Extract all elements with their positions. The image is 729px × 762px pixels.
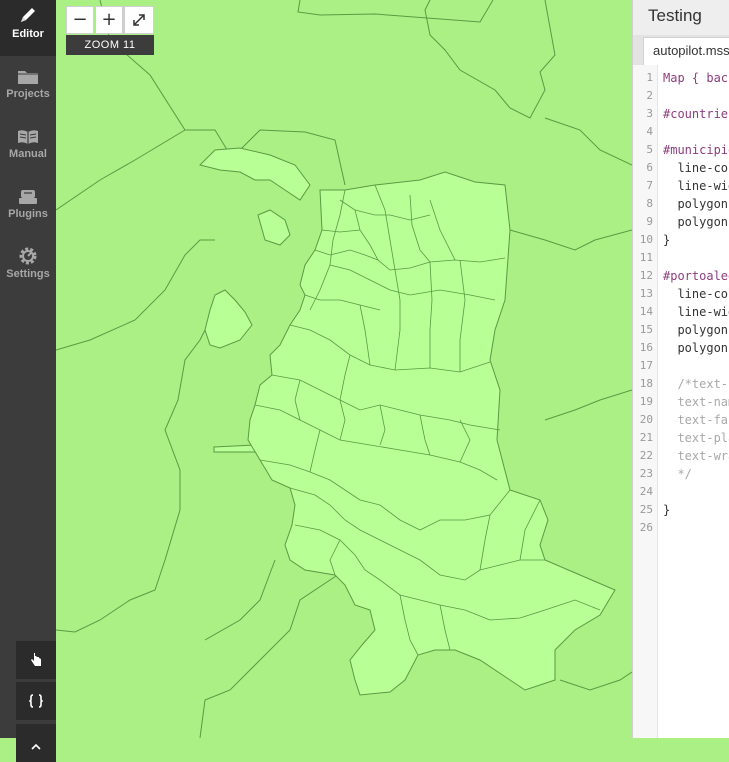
line-number: 26 <box>639 521 653 534</box>
code-line: } <box>663 503 671 517</box>
line-number: 15 <box>639 323 653 336</box>
code-line: text-pla <box>663 431 729 445</box>
sidebar-item-label: Projects <box>6 88 50 100</box>
line-number: 19 <box>639 395 653 408</box>
map-geometry <box>56 0 632 738</box>
gear-icon <box>16 245 40 267</box>
line-number: 6 <box>646 161 653 174</box>
line-number: 2 <box>646 89 653 102</box>
line-number: 20 <box>639 413 653 426</box>
zoom-out-button[interactable]: − <box>66 6 94 34</box>
expand-icon <box>133 14 145 26</box>
line-number: 18 <box>639 377 653 390</box>
municipal-border <box>199 569 346 738</box>
island <box>257 209 291 246</box>
sidebar-item-label: Settings <box>6 268 50 280</box>
extra-tool-button[interactable] <box>16 724 56 762</box>
sidebar-item-plugins[interactable]: Plugins <box>0 180 56 236</box>
code-line: polygon- <box>663 197 729 211</box>
code-line: text-fac <box>663 413 729 427</box>
code-line: */ <box>663 467 692 481</box>
sidebar-item-projects[interactable]: Projects <box>0 60 56 116</box>
line-number: 5 <box>646 143 653 156</box>
code-line: line-wid <box>663 179 729 193</box>
zoom-in-button[interactable]: + <box>95 6 123 34</box>
line-number: 23 <box>639 467 653 480</box>
line-number: 10 <box>639 233 653 246</box>
sidebar-item-label: Manual <box>9 148 47 160</box>
line-number: 11 <box>639 251 653 264</box>
code-line: text-nam <box>663 395 729 409</box>
plugin-icon <box>16 185 40 207</box>
code-line: #portoaleg <box>663 269 729 283</box>
municipal-border <box>559 671 632 691</box>
code-editor[interactable]: 1 Map { back 2 3 #countries 4 5 #municipio 6 lin… <box>633 65 729 738</box>
line-number: 21 <box>639 431 653 444</box>
line-number: 1 <box>646 71 653 84</box>
braces-icon <box>28 694 44 708</box>
code-line: polygon- <box>663 323 729 337</box>
pan-tool-button[interactable] <box>16 641 56 679</box>
sidebar-item-label: Plugins <box>8 208 48 220</box>
hand-pointer-icon <box>31 653 41 666</box>
line-number: 13 <box>639 287 653 300</box>
code-line: line-col <box>663 287 729 301</box>
book-icon <box>16 125 40 147</box>
code-line: line-col <box>663 161 729 175</box>
line-number: 3 <box>646 107 653 120</box>
tab-autopilot-mss[interactable]: autopilot.mss <box>643 37 729 65</box>
municipal-border <box>56 329 206 633</box>
fullscreen-button[interactable] <box>124 6 154 34</box>
line-number: 16 <box>639 341 653 354</box>
code-line: #municipio <box>663 143 729 157</box>
line-number: 4 <box>646 125 653 138</box>
code-view-button[interactable] <box>16 682 56 720</box>
line-number: 17 <box>639 359 653 372</box>
line-number: 12 <box>639 269 653 282</box>
island <box>204 289 253 349</box>
line-number: 7 <box>646 179 653 192</box>
sidebar: Editor Projects Manual Plugins Settings <box>0 0 56 762</box>
code-line: /*text-s <box>663 377 729 391</box>
code-line: } <box>663 233 671 247</box>
editor-panel: Testing autopilot.mss 1 Map { back 2 3 #coun… <box>632 0 729 738</box>
city-outline <box>247 171 616 696</box>
pencil-icon <box>16 5 40 27</box>
sidebar-item-manual[interactable]: Manual <box>0 120 56 176</box>
municipal-border <box>544 389 632 421</box>
island <box>199 147 311 201</box>
municipal-border <box>509 229 632 251</box>
municipal-border <box>544 117 632 166</box>
code-line: polygon- <box>663 215 729 229</box>
municipal-border <box>56 239 215 351</box>
map-canvas[interactable] <box>56 0 632 738</box>
line-number: 9 <box>646 215 653 228</box>
zoom-level-label: ZOOM 11 <box>66 35 154 55</box>
municipal-border <box>56 129 186 211</box>
sidebar-item-settings[interactable]: Settings <box>0 240 56 296</box>
municipal-border <box>424 0 556 119</box>
line-number: 8 <box>646 197 653 210</box>
code-line: polygon- <box>663 341 729 355</box>
line-number: 24 <box>639 485 653 498</box>
line-number: 25 <box>639 503 653 516</box>
line-number: 14 <box>639 305 653 318</box>
code-line: text-wra <box>663 449 729 463</box>
chevron-up-icon <box>31 743 41 750</box>
code-line: Map { back <box>663 71 729 85</box>
code-line: #countries <box>663 107 729 121</box>
file-tabs: autopilot.mss <box>633 35 729 65</box>
line-number: 22 <box>639 449 653 462</box>
sidebar-item-label: Editor <box>12 28 44 40</box>
municipal-border <box>204 559 276 641</box>
code-line: line-wid <box>663 305 729 319</box>
municipal-border <box>297 0 494 23</box>
project-title: Testing <box>648 6 702 25</box>
sidebar-item-editor[interactable]: Editor <box>0 0 56 56</box>
folder-icon <box>16 65 40 87</box>
